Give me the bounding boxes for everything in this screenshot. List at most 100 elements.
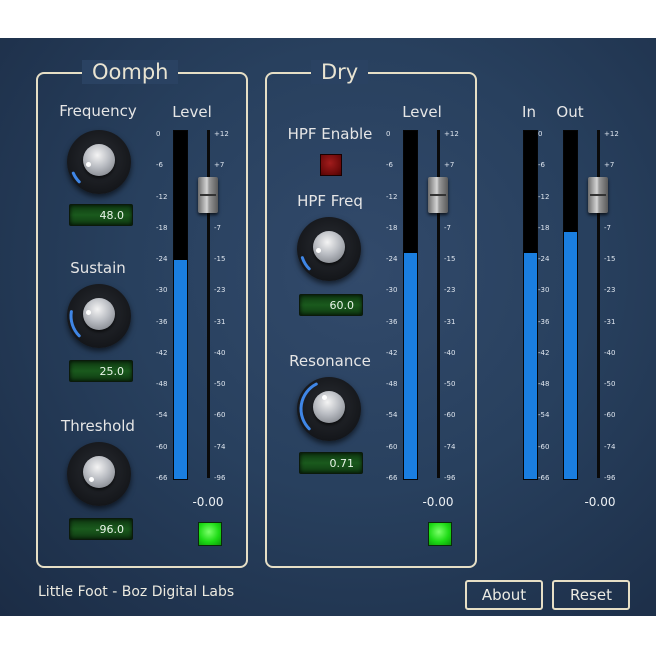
scale-tick: -30: [386, 286, 398, 295]
sustain-readout[interactable]: 25.0: [69, 360, 133, 382]
resonance-readout[interactable]: 0.71: [299, 452, 363, 474]
threshold-knob[interactable]: [67, 442, 131, 506]
scale-tick: -54: [386, 411, 398, 420]
scale-tick: -30: [156, 286, 168, 295]
dry-enable-led[interactable]: [428, 522, 452, 546]
scale-tick: -96: [214, 474, 226, 482]
scale-tick: -42: [538, 348, 550, 357]
dry-level-label: Level: [402, 103, 442, 121]
scale-tick: -42: [156, 348, 168, 357]
scale-tick: -60: [444, 411, 456, 420]
resonance-knob[interactable]: [297, 377, 361, 441]
out-gain-value: -0.00: [584, 495, 616, 509]
oomph-level-fader[interactable]: [198, 177, 218, 213]
scale-tick: +12: [214, 130, 229, 138]
oomph-title: Oomph: [82, 60, 179, 84]
scale-tick: -24: [156, 255, 168, 264]
scale-tick: -48: [156, 380, 168, 389]
about-button[interactable]: About: [465, 580, 543, 610]
scale-tick: +12: [604, 130, 619, 138]
scale-tick: -74: [444, 442, 456, 451]
threshold-label: Threshold: [61, 417, 135, 435]
scale-tick: 0: [386, 130, 391, 138]
dry-title: Dry: [311, 60, 369, 84]
scale-tick: -60: [538, 442, 550, 451]
hpf-enable-label: HPF Enable: [287, 125, 373, 143]
dry-gain-value: -0.00: [422, 495, 454, 509]
scale-tick: -18: [386, 223, 398, 232]
scale-tick: -60: [386, 442, 398, 451]
scale-tick: -66: [156, 474, 168, 482]
scale-tick: -42: [386, 348, 398, 357]
scale-tick: -7: [444, 223, 451, 232]
scale-tick: -74: [214, 442, 226, 451]
scale-tick: -36: [156, 317, 168, 326]
scale-tick: -18: [538, 223, 550, 232]
scale-tick: -40: [604, 348, 616, 357]
knob-indicator: [86, 161, 92, 167]
dry-level-meter: [403, 130, 418, 480]
scale-tick: -23: [444, 286, 456, 295]
scale-tick: -36: [538, 317, 550, 326]
scale-tick: -23: [604, 286, 616, 295]
knob-indicator: [88, 477, 94, 483]
scale-tick: -36: [386, 317, 398, 326]
scale-tick: -6: [538, 161, 545, 170]
scale-tick: -12: [538, 192, 550, 201]
scale-tick: -50: [444, 380, 456, 389]
scale-tick: -50: [604, 380, 616, 389]
scale-tick: -50: [214, 380, 226, 389]
scale-tick: -15: [214, 255, 226, 264]
brand-label: Little Foot - Boz Digital Labs: [38, 584, 235, 600]
oomph-level-meter: [173, 130, 188, 480]
scale-tick: 0: [156, 130, 161, 138]
resonance-label: Resonance: [289, 352, 371, 370]
out-label: Out: [556, 103, 584, 121]
scale-tick: -54: [156, 411, 168, 420]
dry-level-fader[interactable]: [428, 177, 448, 213]
frequency-readout[interactable]: 48.0: [69, 204, 133, 226]
scale-tick: -60: [214, 411, 226, 420]
frequency-knob[interactable]: [67, 130, 131, 194]
sustain-knob[interactable]: [67, 284, 131, 348]
scale-tick: -96: [604, 474, 616, 482]
scale-tick: -31: [214, 317, 226, 326]
scale-tick: -12: [386, 192, 398, 201]
scale-tick: -66: [538, 474, 550, 482]
knob-indicator: [316, 247, 322, 253]
scale-tick: -12: [156, 192, 168, 201]
scale-tick: -18: [156, 223, 168, 232]
scale-tick: -15: [444, 255, 456, 264]
scale-tick: +12: [444, 130, 459, 138]
threshold-readout[interactable]: -96.0: [69, 518, 133, 540]
scale-tick: -40: [214, 348, 226, 357]
scale-tick: -7: [214, 223, 221, 232]
oomph-enable-led[interactable]: [198, 522, 222, 546]
scale-tick: -48: [386, 380, 398, 389]
frequency-label: Frequency: [59, 102, 137, 120]
in-level-meter: [523, 130, 538, 480]
scale-tick: -31: [444, 317, 456, 326]
hpf-freq-knob[interactable]: [297, 217, 361, 281]
scale-tick: -96: [444, 474, 456, 482]
hpf-freq-readout[interactable]: 60.0: [299, 294, 363, 316]
out-level-meter: [563, 130, 578, 480]
oomph-level-label: Level: [172, 103, 212, 121]
scale-tick: -54: [538, 411, 550, 420]
knob-indicator: [321, 394, 327, 400]
in-label: In: [522, 103, 536, 121]
sustain-label: Sustain: [70, 259, 126, 277]
reset-button[interactable]: Reset: [552, 580, 630, 610]
hpf-enable-toggle[interactable]: [320, 154, 342, 176]
scale-tick: -66: [386, 474, 398, 482]
scale-tick: -74: [604, 442, 616, 451]
hpf-freq-label: HPF Freq: [297, 192, 363, 210]
knob-indicator: [85, 309, 91, 315]
out-level-fader[interactable]: [588, 177, 608, 213]
scale-tick: -31: [604, 317, 616, 326]
scale-tick: +7: [214, 161, 225, 170]
scale-tick: -24: [386, 255, 398, 264]
scale-tick: -6: [156, 161, 163, 170]
scale-tick: -7: [604, 223, 611, 232]
oomph-gain-value: -0.00: [192, 495, 224, 509]
